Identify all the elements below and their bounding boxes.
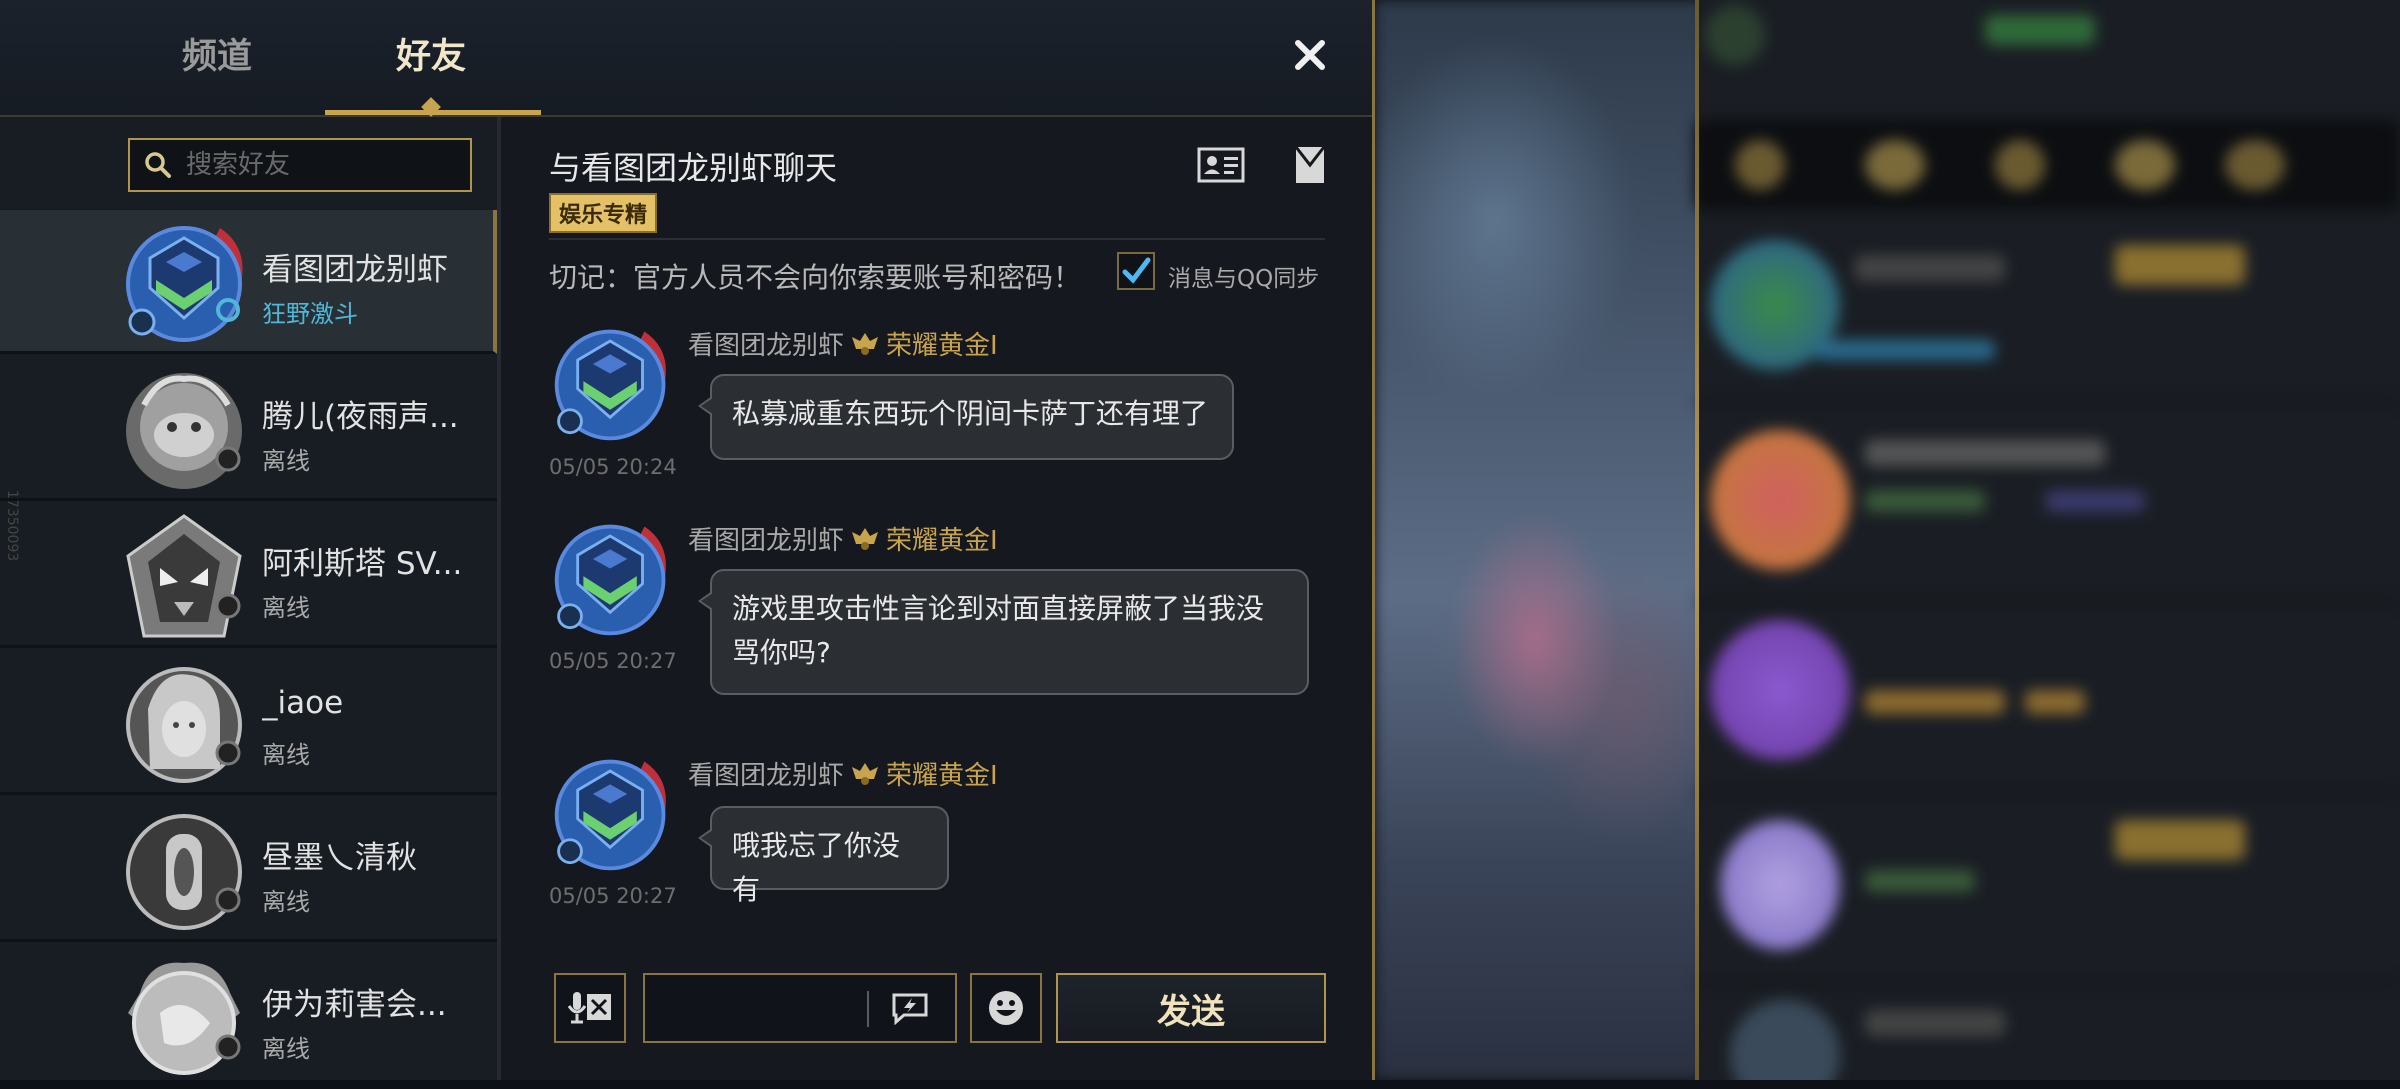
message-bubble: 游戏里攻击性言论到对面直接屏蔽了当我没骂你吗?: [698, 569, 1309, 695]
panel-gold-border: [1372, 0, 1375, 1080]
search-input[interactable]: [184, 149, 458, 181]
rank-icon: [852, 332, 879, 355]
friend-status: 离线: [262, 447, 310, 475]
tab-friends[interactable]: 好友: [396, 28, 466, 79]
message-bubble: 私募减重东西玩个阴间卡萨丁还有理了: [698, 374, 1234, 460]
friend-status: 离线: [262, 594, 310, 622]
sender-name: 看图团龙别虾: [688, 526, 845, 556]
chat-header-divider: [549, 238, 1325, 240]
message-time: 05/05 20:27: [549, 884, 677, 908]
voice-icon: [567, 992, 611, 1024]
sender-name: 看图团龙别虾: [688, 331, 845, 361]
friend-status: 离线: [262, 888, 310, 916]
message-avatar[interactable]: [549, 322, 675, 446]
quick-message-icon: [892, 993, 928, 1025]
mail-button[interactable]: [1290, 143, 1330, 187]
checkmark-icon: [1122, 257, 1151, 284]
list-divider: [497, 117, 501, 1080]
friend-name: 昼墨乀清秋: [262, 840, 417, 876]
friend-status: 狂野激斗: [262, 300, 358, 328]
tab-bar: 频道 好友: [0, 0, 1372, 117]
message-bubble: 哦我忘了你没有: [698, 806, 949, 906]
friend-row[interactable]: 昼墨乀清秋 离线: [0, 798, 497, 942]
qq-sync-checkbox[interactable]: [1117, 252, 1155, 290]
message-input-box[interactable]: [643, 973, 957, 1043]
input-divider: [867, 991, 869, 1027]
avatar: [120, 659, 252, 789]
friend-tag-badge: 娱乐专精: [549, 193, 658, 233]
message-input[interactable]: [657, 985, 891, 1033]
friends-chat-panel: 频道 好友 17350093 搜索好友 看图团龙别虾 狂野激斗 腾儿(夜雨声..…: [0, 0, 1375, 1089]
tab-channel[interactable]: 频道: [182, 28, 252, 79]
avatar: [120, 365, 252, 495]
quick-message-button[interactable]: [881, 987, 939, 1029]
sender-name: 看图团龙别虾: [688, 761, 845, 791]
qq-sync-label: 消息与QQ同步: [1168, 266, 1320, 292]
send-button[interactable]: 发送: [1056, 973, 1326, 1043]
friend-name: 阿利斯塔 SV...: [262, 546, 463, 582]
friend-name: 腾儿(夜雨声...: [262, 399, 459, 435]
friend-name: _iaoe: [262, 685, 344, 721]
sender-rank: 荣耀黄金I: [886, 761, 998, 791]
sender-rank: 荣耀黄金I: [886, 331, 998, 361]
friend-status: 离线: [262, 741, 310, 769]
friend-name: 看图团龙别虾: [262, 252, 448, 288]
background-panel: [1695, 0, 2400, 1080]
profile-card-icon: [1197, 147, 1245, 183]
message-sender: 看图团龙别虾 荣耀黄金I: [688, 520, 998, 557]
search-icon: [145, 152, 171, 178]
avatar: [120, 512, 252, 642]
rank-icon: [852, 762, 879, 785]
close-button[interactable]: [1290, 35, 1330, 75]
chat-title: 与看图团龙别虾聊天: [549, 149, 838, 187]
emoji-icon: [989, 991, 1023, 1025]
friend-name: 伊为莉害会...: [262, 987, 447, 1023]
background-scene: [1375, 0, 1705, 1080]
message-time: 05/05 20:27: [549, 649, 677, 673]
message-avatar[interactable]: [549, 517, 675, 641]
background-divider: [1695, 0, 1699, 1080]
mail-icon: [1294, 146, 1326, 183]
message-avatar[interactable]: [549, 752, 675, 876]
friend-row[interactable]: 腾儿(夜雨声... 离线: [0, 357, 497, 501]
friend-row[interactable]: _iaoe 离线: [0, 651, 497, 795]
friend-row[interactable]: 伊为莉害会... 离线: [0, 945, 497, 1089]
avatar: [120, 218, 252, 348]
message-sender: 看图团龙别虾 荣耀黄金I: [688, 325, 998, 362]
message-time: 05/05 20:24: [549, 455, 677, 479]
friend-row[interactable]: 阿利斯塔 SV... 离线: [0, 504, 497, 648]
friend-row[interactable]: 看图团龙别虾 狂野激斗: [0, 210, 497, 354]
avatar: [120, 953, 252, 1083]
close-icon: [1295, 40, 1325, 70]
avatar: [120, 806, 252, 936]
security-warning: 切记：官方人员不会向你索要账号和密码！: [549, 261, 1082, 294]
friend-status: 离线: [262, 1035, 310, 1063]
emoji-button[interactable]: [970, 973, 1042, 1043]
search-box[interactable]: [128, 138, 472, 192]
voice-button[interactable]: [554, 973, 626, 1043]
sender-rank: 荣耀黄金I: [886, 526, 998, 556]
rank-icon: [852, 527, 879, 550]
message-sender: 看图团龙别虾 荣耀黄金I: [688, 755, 998, 792]
profile-card-button[interactable]: [1196, 145, 1246, 185]
background-game-screen: [1375, 0, 2400, 1080]
